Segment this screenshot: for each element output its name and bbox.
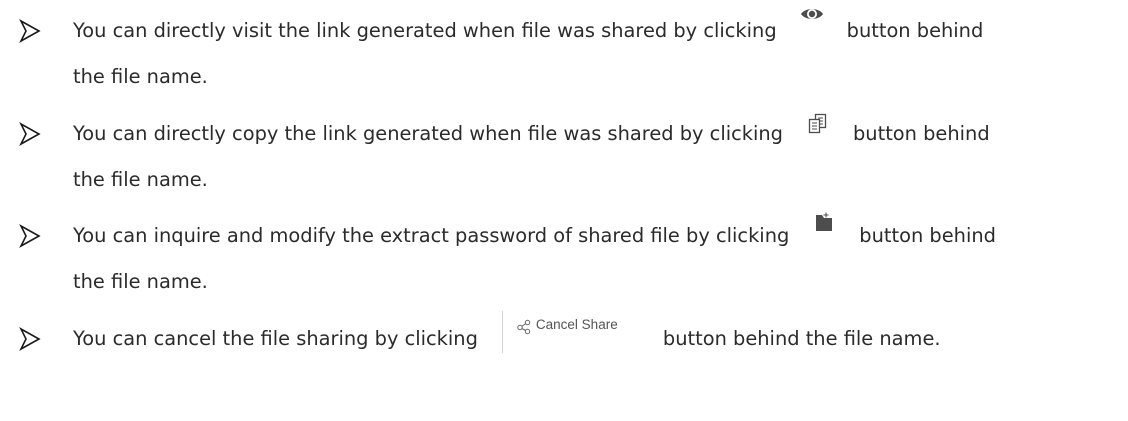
divider [501, 311, 503, 353]
arrow-bullet-icon [19, 327, 41, 351]
item-text-line2: the file name. [73, 270, 208, 293]
share-icon [517, 319, 531, 335]
item-text-before: You can cancel the file sharing by click… [73, 327, 478, 350]
item-text-after: button behind [859, 224, 996, 247]
arrow-bullet-icon [19, 224, 41, 248]
cancel-share-label: Cancel Share [535, 317, 618, 332]
cancel-share-button[interactable]: Cancel Share [501, 311, 650, 353]
item-text-after: button behind the file name. [662, 327, 941, 350]
item-text-line2: the file name. [73, 65, 208, 88]
copy-icon [808, 113, 827, 134]
arrow-bullet-icon [19, 19, 41, 43]
eye-icon [800, 9, 823, 19]
item-text-line2: the file name. [73, 168, 208, 191]
eye-button[interactable] [777, 9, 847, 45]
folder-plus-icon [816, 212, 833, 231]
item-text-before: You can inquire and modify the extract p… [73, 224, 790, 247]
copy-button[interactable] [783, 113, 853, 148]
item-text-after: button behind [853, 122, 990, 145]
item-text-before: You can directly visit the link generate… [73, 19, 777, 42]
item-text-after: button behind [846, 19, 984, 42]
password-button[interactable] [789, 212, 859, 250]
item-text-before: You can directly copy the link generated… [73, 122, 783, 145]
bullet-list: You can directly visit the link generate… [0, 0, 1128, 421]
arrow-bullet-icon [19, 122, 41, 146]
